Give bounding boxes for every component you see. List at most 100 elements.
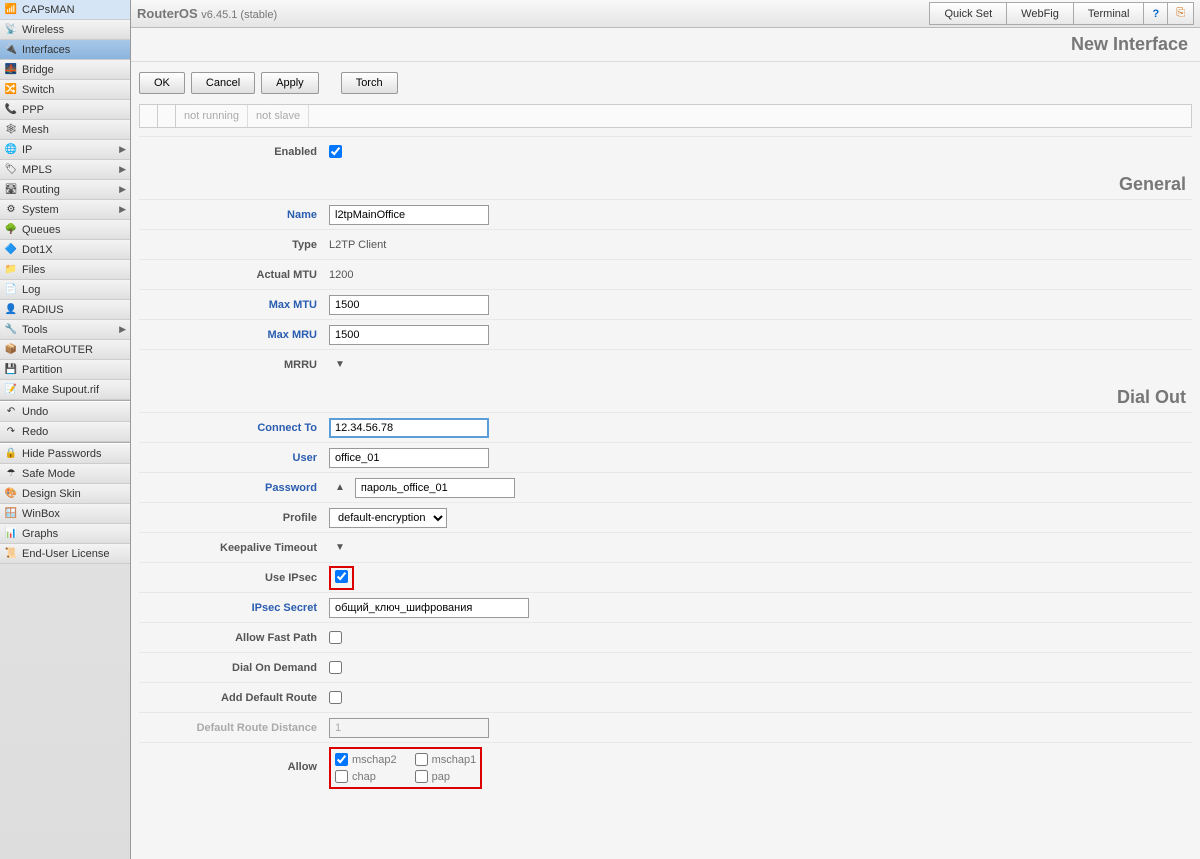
pap-checkbox[interactable] xyxy=(415,770,428,783)
end-user-license-icon: 📜 xyxy=(4,547,18,561)
sidebar-item-label: Files xyxy=(22,264,45,276)
sidebar-item-dot1x[interactable]: 🔷Dot1X xyxy=(0,240,130,260)
routing-icon: 🛣 xyxy=(4,183,18,197)
label-connect-to[interactable]: Connect To xyxy=(139,422,329,434)
allow-chap[interactable]: chap xyxy=(335,770,397,783)
mpls-icon: 🏷 xyxy=(4,163,18,177)
sidebar-item-label: Design Skin xyxy=(22,488,81,500)
sidebar-item-label: Graphs xyxy=(22,528,58,540)
allow-mschap2[interactable]: mschap2 xyxy=(335,753,397,766)
sidebar-item-label: Mesh xyxy=(22,124,49,136)
sidebar-item-safe-mode[interactable]: ☂Safe Mode xyxy=(0,464,130,484)
cancel-button[interactable]: Cancel xyxy=(191,72,255,94)
chevron-right-icon: ▶ xyxy=(119,144,126,155)
status-not-running: not running xyxy=(176,105,248,127)
apply-button[interactable]: Apply xyxy=(261,72,319,94)
sidebar-item-label: System xyxy=(22,204,59,216)
password-collapse-icon[interactable]: ▲ xyxy=(329,482,351,493)
label-default-route-distance: Default Route Distance xyxy=(139,722,329,734)
label-name[interactable]: Name xyxy=(139,209,329,221)
terminal-button[interactable]: Terminal xyxy=(1074,2,1145,25)
chevron-right-icon: ▶ xyxy=(119,164,126,175)
add-default-route-checkbox[interactable] xyxy=(329,691,342,704)
sidebar-item-label: Make Supout.rif xyxy=(22,384,99,396)
sidebar-item-undo[interactable]: ↶Undo xyxy=(0,402,130,422)
sidebar-item-system[interactable]: ⚙System▶ xyxy=(0,200,130,220)
label-allow: Allow xyxy=(139,761,329,773)
sidebar-item-wireless[interactable]: 📡Wireless xyxy=(0,20,130,40)
default-route-distance-input xyxy=(329,718,489,738)
redo-icon: ↷ xyxy=(4,425,18,439)
profile-select[interactable]: default-encryption xyxy=(329,508,447,528)
ppp-icon: 📞 xyxy=(4,103,18,117)
use-ipsec-checkbox[interactable] xyxy=(335,570,348,583)
chevron-right-icon: ▶ xyxy=(119,324,126,335)
sidebar-item-interfaces[interactable]: 🔌Interfaces xyxy=(0,40,130,60)
name-input[interactable] xyxy=(329,205,489,225)
allow-mschap1[interactable]: mschap1 xyxy=(415,753,477,766)
allow-fast-checkbox[interactable] xyxy=(329,631,342,644)
mschap1-checkbox[interactable] xyxy=(415,753,428,766)
tools-icon: 🔧 xyxy=(4,323,18,337)
keepalive-expand-icon[interactable]: ▼ xyxy=(329,542,351,553)
sidebar-item-redo[interactable]: ↷Redo xyxy=(0,422,130,442)
sidebar-item-label: Routing xyxy=(22,184,60,196)
metarouter-icon: 📦 xyxy=(4,343,18,357)
label-max-mtu[interactable]: Max MTU xyxy=(139,299,329,311)
webfig-button[interactable]: WebFig xyxy=(1007,2,1074,25)
toolbar: OK Cancel Apply Torch xyxy=(131,62,1200,104)
sidebar-item-mpls[interactable]: 🏷MPLS▶ xyxy=(0,160,130,180)
torch-button[interactable]: Torch xyxy=(341,72,398,94)
sidebar-item-hide-passwords[interactable]: 🔒Hide Passwords xyxy=(0,444,130,464)
winbox-icon: 🪟 xyxy=(4,507,18,521)
sidebar-item-queues[interactable]: 🌳Queues xyxy=(0,220,130,240)
mschap2-checkbox[interactable] xyxy=(335,753,348,766)
sidebar-item-graphs[interactable]: 📊Graphs xyxy=(0,524,130,544)
sidebar-item-tools[interactable]: 🔧Tools▶ xyxy=(0,320,130,340)
chap-checkbox[interactable] xyxy=(335,770,348,783)
sidebar-item-files[interactable]: 📁Files xyxy=(0,260,130,280)
logout-icon[interactable]: ⎘ xyxy=(1168,2,1194,25)
sidebar-item-routing[interactable]: 🛣Routing▶ xyxy=(0,180,130,200)
label-allow-fast: Allow Fast Path xyxy=(139,632,329,644)
sidebar-item-ip[interactable]: 🌐IP▶ xyxy=(0,140,130,160)
sidebar-item-capsman[interactable]: 📶CAPsMAN xyxy=(0,0,130,20)
sidebar-item-bridge[interactable]: 🌉Bridge xyxy=(0,60,130,80)
sidebar-item-label: End-User License xyxy=(22,548,109,560)
sidebar-item-winbox[interactable]: 🪟WinBox xyxy=(0,504,130,524)
safe-mode-icon: ☂ xyxy=(4,467,18,481)
sidebar-item-metarouter[interactable]: 📦MetaROUTER xyxy=(0,340,130,360)
ok-button[interactable]: OK xyxy=(139,72,185,94)
password-input[interactable] xyxy=(355,478,515,498)
allow-pap[interactable]: pap xyxy=(415,770,477,783)
max-mtu-input[interactable] xyxy=(329,295,489,315)
dial-on-demand-checkbox[interactable] xyxy=(329,661,342,674)
connect-to-input[interactable] xyxy=(329,418,489,438)
label-user[interactable]: User xyxy=(139,452,329,464)
ipsec-secret-input[interactable] xyxy=(329,598,529,618)
label-password[interactable]: Password xyxy=(139,482,329,494)
status-not-slave: not slave xyxy=(248,105,309,127)
sidebar-item-label: RADIUS xyxy=(22,304,64,316)
undo-icon: ↶ xyxy=(4,405,18,419)
quickset-button[interactable]: Quick Set xyxy=(929,2,1007,25)
max-mru-input[interactable] xyxy=(329,325,489,345)
mrru-expand-icon[interactable]: ▼ xyxy=(329,359,351,370)
sidebar-item-label: IP xyxy=(22,144,32,156)
sidebar-item-mesh[interactable]: 🕸Mesh xyxy=(0,120,130,140)
label-max-mru[interactable]: Max MRU xyxy=(139,329,329,341)
sidebar-item-end-user-license[interactable]: 📜 End-User License xyxy=(0,544,130,564)
help-icon[interactable]: ? xyxy=(1144,2,1168,25)
user-input[interactable] xyxy=(329,448,489,468)
sidebar-item-log[interactable]: 📄Log xyxy=(0,280,130,300)
label-ipsec-secret[interactable]: IPsec Secret xyxy=(139,602,329,614)
product-title: RouterOS v6.45.1 (stable) xyxy=(137,6,277,21)
sidebar-item-radius[interactable]: 👤RADIUS xyxy=(0,300,130,320)
sidebar-item-make-supout-rif[interactable]: 📝Make Supout.rif xyxy=(0,380,130,400)
sidebar-item-partition[interactable]: 💾Partition xyxy=(0,360,130,380)
enabled-checkbox[interactable] xyxy=(329,145,342,158)
topbar: RouterOS v6.45.1 (stable) Quick Set WebF… xyxy=(131,0,1200,28)
sidebar-item-ppp[interactable]: 📞PPP xyxy=(0,100,130,120)
sidebar-item-design-skin[interactable]: 🎨Design Skin xyxy=(0,484,130,504)
sidebar-item-switch[interactable]: 🔀Switch xyxy=(0,80,130,100)
